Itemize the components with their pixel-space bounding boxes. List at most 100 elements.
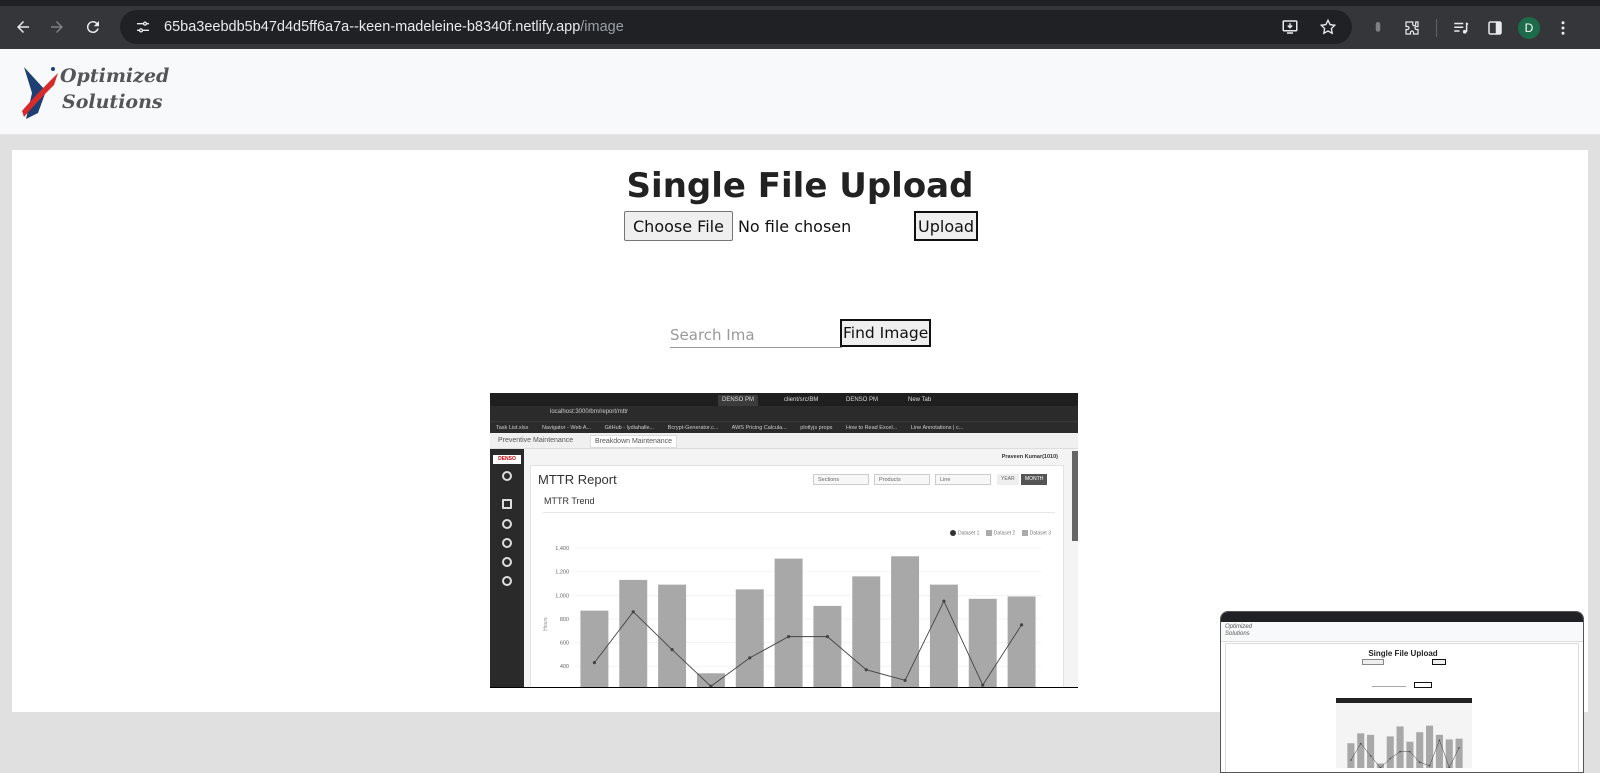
reload-icon[interactable]: [76, 10, 110, 44]
extensions-icon[interactable]: [1398, 14, 1426, 42]
find-image-button[interactable]: Find Image: [840, 319, 932, 347]
chart-point: [1350, 759, 1352, 761]
chart-point: [786, 635, 791, 639]
logo-line-1: Optimized: [60, 65, 170, 87]
site-header: Optimized Solutions: [0, 49, 1600, 135]
chart-bar: [1426, 725, 1434, 768]
side-panel-icon[interactable]: [1481, 14, 1509, 42]
thumb-result-image: [1336, 698, 1472, 769]
chart-point: [942, 599, 946, 603]
inner-report-panel: MTTR Report Sections Products Line YEAR …: [530, 465, 1064, 687]
back-icon[interactable]: [6, 10, 40, 44]
chart-point: [1369, 755, 1372, 757]
thumb-logo-line-2: Solutions: [1225, 631, 1250, 637]
y-tick-label: 1,400: [555, 546, 569, 552]
forward-icon[interactable]: [40, 10, 74, 44]
chart-point: [670, 648, 674, 652]
toolbar-divider: [1436, 18, 1437, 37]
chart-bar: [735, 589, 764, 687]
inner-bookmark: AWS Pricing Calcula...: [731, 425, 787, 431]
page: Optimized Solutions Single File Upload C…: [0, 49, 1600, 773]
inner-user-name: Praveen Kumar(1010): [1001, 454, 1058, 460]
chart-point: [748, 656, 752, 660]
inner-nav-icon: [502, 538, 512, 548]
chart-bar: [891, 556, 920, 687]
file-input[interactable]: Choose File No file chosen: [624, 210, 851, 242]
logo-mark-icon: [22, 67, 58, 119]
url-host: 65ba3eebdb5b47d4d5ff6a7a--keen-madeleine…: [164, 19, 581, 35]
url-text: 65ba3eebdb5b47d4d5ff6a7a--keen-madeleine…: [164, 19, 624, 35]
inner-nav-icon: [502, 576, 512, 586]
chart-point: [1399, 750, 1401, 753]
thumb-logo-line-1: Optimized: [1225, 624, 1253, 630]
inner-sidebar-logo: DENSO: [493, 455, 521, 464]
chart-bar: [968, 598, 997, 687]
chart-bar: [619, 579, 648, 687]
chart-point: [825, 635, 830, 639]
upload-button[interactable]: Upload: [914, 211, 979, 241]
y-axis-label: Hours: [543, 617, 549, 631]
inner-bookmark: How to Read Excel...: [845, 425, 898, 431]
chart-point: [709, 684, 713, 687]
inner-bookmark: Navigator - Web A...: [541, 425, 592, 431]
inner-main: Praveen Kumar(1010) MTTR Report Sections…: [524, 449, 1078, 687]
chart-point: [1019, 623, 1024, 627]
result-image: DENSO PM client/src/BM DENSO PM New Tab …: [490, 393, 1078, 688]
browser-toolbar: 65ba3eebdb5b47d4d5ff6a7a--keen-madeleine…: [0, 6, 1600, 49]
y-tick-label: 1,200: [555, 570, 569, 576]
install-app-icon[interactable]: [1276, 13, 1304, 41]
site-info-icon[interactable]: [130, 14, 156, 40]
chart-point: [981, 683, 985, 687]
inner-bookmark: plotlyjs props: [800, 425, 833, 431]
inner-nav-icon: [502, 471, 512, 481]
site-logo[interactable]: Optimized Solutions: [18, 61, 169, 123]
inner-tab: client/src/BM: [784, 397, 819, 403]
thumb-find-button: [1414, 682, 1432, 688]
extension-puzzle-faded-icon[interactable]: [1364, 14, 1392, 42]
inner-app-tabs: Preventive Maintenance Breakdown Mainten…: [490, 433, 1078, 449]
media-controls-icon[interactable]: [1447, 14, 1475, 42]
thumb-header: Optimized Solutions: [1221, 622, 1583, 642]
chart-point: [631, 610, 635, 614]
chart-bar: [1396, 726, 1404, 768]
inner-tab: DENSO PM: [846, 397, 879, 403]
thumb-choose-button: [1362, 659, 1384, 665]
chart-bar: [1007, 596, 1036, 687]
mttr-chart: 1,400 1,200 1,000 800 600 400 Hours: [543, 546, 1041, 687]
chart-bar: [658, 584, 687, 687]
chart-point: [1409, 750, 1411, 753]
address-bar[interactable]: 65ba3eebdb5b47d4d5ff6a7a--keen-madeleine…: [120, 10, 1352, 44]
choose-file-button[interactable]: Choose File: [624, 211, 733, 241]
thumb-body: Single File Upload: [1225, 643, 1579, 772]
thumb-search-line: [1372, 686, 1406, 687]
inner-scrollbar: [1072, 451, 1078, 541]
inner-tab: New Tab: [908, 397, 932, 403]
page-title: Single File Upload: [626, 166, 974, 206]
logo-line-2: Solutions: [62, 91, 163, 113]
chart-point: [592, 661, 597, 665]
logo-text: Optimized Solutions: [60, 63, 169, 115]
thumb-title: Single File Upload: [1368, 649, 1438, 658]
inner-address-bar: localhost:3000/bm/report/mttr: [490, 406, 1078, 421]
chart-point: [1418, 761, 1421, 764]
inner-bookmark: Bcrypt-Generator.c...: [667, 425, 719, 431]
y-tick-label: 600: [560, 641, 569, 647]
inner-nav-icon: [502, 499, 512, 509]
inner-app-tab: Preventive Maintenance: [498, 437, 574, 444]
chart-bar: [1367, 734, 1375, 768]
chart-bar: [1455, 738, 1463, 768]
chart-bar: [1406, 741, 1414, 768]
chart-point: [1359, 742, 1362, 745]
url-path: /image: [580, 19, 624, 35]
inner-app-tab: Breakdown Maintenance: [590, 435, 678, 448]
search-image-input[interactable]: [670, 322, 842, 348]
inner-nav-icon: [502, 519, 512, 529]
profile-avatar[interactable]: D: [1515, 14, 1543, 42]
chart-bar: [774, 558, 803, 687]
inner-bookmark: GitHub - lydiahalle...: [604, 425, 655, 431]
bookmark-star-icon[interactable]: [1314, 13, 1342, 41]
inner-sidebar: DENSO: [490, 449, 524, 687]
thumb-chrome: [1221, 612, 1583, 622]
more-menu-icon[interactable]: [1549, 14, 1577, 42]
inner-nav-icon: [502, 557, 512, 567]
